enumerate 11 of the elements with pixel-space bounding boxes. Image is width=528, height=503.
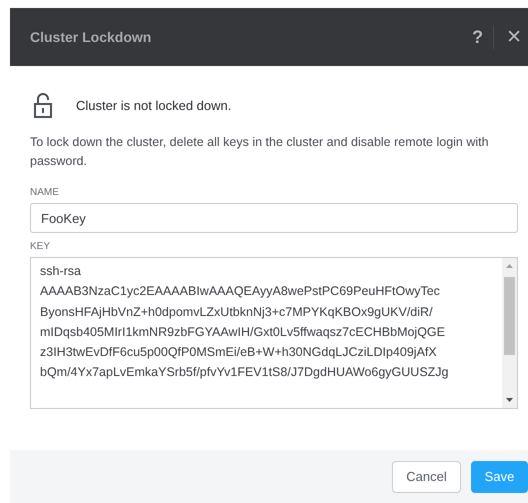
dialog-title: Cluster Lockdown bbox=[30, 29, 152, 45]
name-field[interactable]: FooKey bbox=[30, 203, 518, 233]
field-label: KEY bbox=[30, 241, 52, 252]
key-field[interactable]: ssh-rsa AAAAB3NzaC1yc2EAAAABIwAAAQEAyyA8wePstPC69PeuHFtOwyTec ByonsHFAjHbVnZ+h0dpomvLZxUtbknNj3+c7MPYKqKBOx9gUKV/diR/ mIDqsb405MIrI1kmNR9zbFGYAAwIH/Gxt0Lv5ffwaqsz7cECHBbMojQGE z3IH3twEvDfF6cu5p00QfP0MSmEi/eB+W+h30NGdqLJCziLDIp409jAfX bQm/4Yx7apLvEmkaYSrb5f/pfvYv1FEV1tS8/J7DgdHUAWo6gyGUUSZJg bbox=[30, 257, 518, 409]
scrollbar[interactable] bbox=[502, 258, 517, 408]
status-message: Cluster is not locked down. bbox=[76, 98, 232, 113]
help-button[interactable]: ? bbox=[462, 26, 494, 48]
cancel-button[interactable]: Cancel bbox=[392, 460, 461, 492]
field-label: NAME bbox=[30, 187, 60, 198]
description-text: To lock down the cluster, delete all keys in the cluster and disable remote login with password. bbox=[30, 134, 490, 170]
close-button[interactable]: ✕ bbox=[494, 26, 528, 48]
